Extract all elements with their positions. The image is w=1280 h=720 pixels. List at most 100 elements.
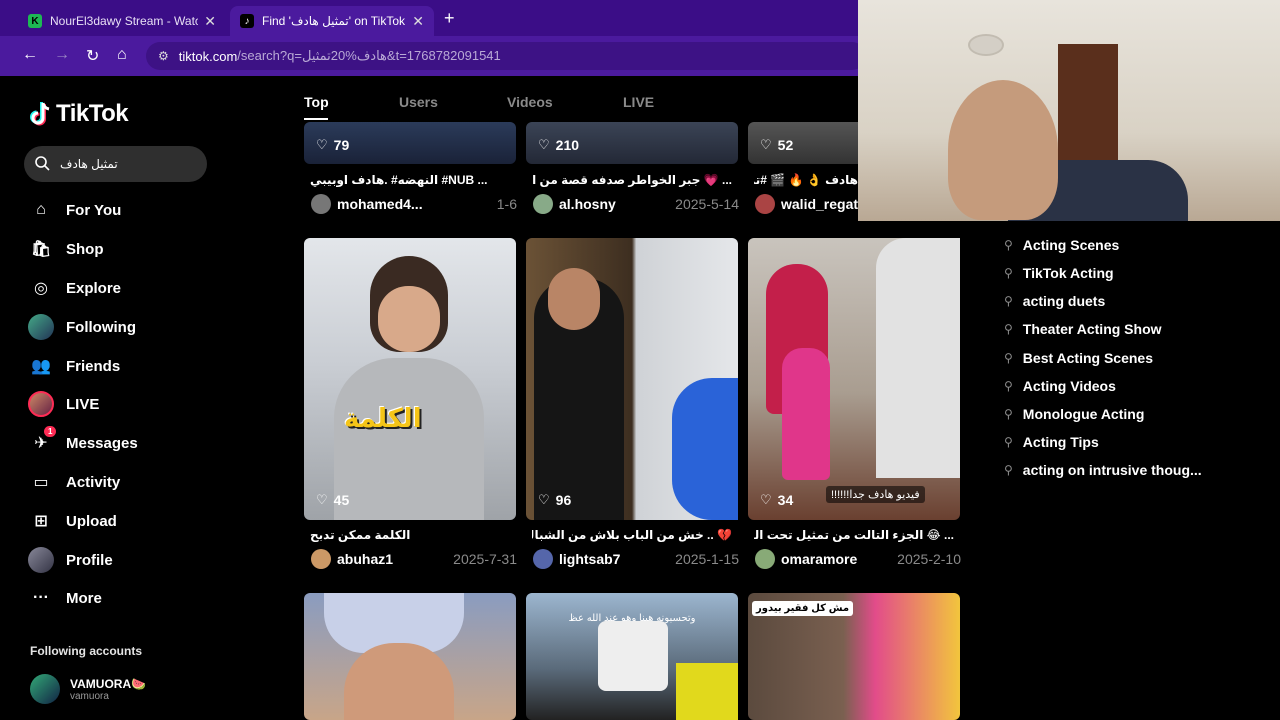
tiktok-logo[interactable]: TikTok [30, 100, 129, 128]
heart-icon: ♡ [538, 492, 550, 507]
related-search-label: Monologue Acting [1022, 406, 1145, 422]
related-search-item[interactable]: ⚲ Acting Tips [1004, 434, 1099, 450]
video-author[interactable]: mohamed4... 1-6 [311, 194, 517, 214]
browser-tab-tiktok[interactable]: ♪ Find 'تمثيل هادف' on TikTok | Ti ✕ [230, 6, 434, 36]
video-caption[interactable]: ... 💗 جبر الخواطر صدفه قصة من الواقع [532, 173, 732, 187]
nav-messages[interactable]: ✈ 1 Messages [30, 426, 138, 454]
nav-activity[interactable]: ▭ Activity [30, 471, 120, 493]
tiktok-note-icon [30, 102, 50, 126]
thumbnail-figure [782, 348, 830, 480]
video-author[interactable]: abuhaz1 2025-7-31 [311, 549, 517, 569]
related-search-item[interactable]: ⚲ Best Acting Scenes [1004, 350, 1153, 366]
related-search-item[interactable]: ⚲ Monologue Acting [1004, 406, 1144, 422]
related-search-item[interactable]: ⚲ acting on intrusive thoug... [1004, 462, 1202, 478]
avatar [311, 194, 331, 214]
nav-shop[interactable]: 🛍 Shop [30, 238, 104, 260]
nav-for-you[interactable]: ⌂ For You [30, 199, 121, 221]
close-tab-icon[interactable]: ✕ [204, 13, 216, 30]
kick-favicon-icon: K [28, 14, 42, 28]
video-caption[interactable]: 💔 .. خش من الباب بلاش من الشباك [532, 528, 732, 542]
search-tabs: Top Users Videos LIVE [300, 76, 860, 122]
video-date: 2025-2-10 [897, 551, 961, 567]
nav-label: Profile [66, 551, 113, 569]
nav-explore[interactable]: ◎ Explore [30, 277, 121, 299]
related-search-item[interactable]: ⚲ Acting Scenes [1004, 237, 1119, 253]
video-date: 1-6 [496, 196, 517, 212]
ceiling-vent [968, 34, 1004, 56]
tab-users[interactable]: Users [399, 94, 438, 110]
new-tab-button[interactable]: + [444, 8, 455, 29]
nav-profile[interactable]: Profile [28, 547, 113, 573]
video-caption[interactable]: ... NUB# النهضه# .هادف اوبيبي [310, 173, 510, 187]
logo-text: TikTok [56, 100, 129, 127]
video-date: 2025-5-14 [675, 196, 739, 212]
shop-icon: 🛍 [30, 241, 52, 258]
avatar [311, 549, 331, 569]
search-icon: ⚲ [1004, 351, 1013, 365]
likes-count: 96 [555, 492, 572, 508]
home-icon[interactable]: ⌂ [117, 46, 127, 64]
left-sidebar: TikTok تمثيل هادف ⌂ For You 🛍 Shop ◎ Explor… [0, 76, 290, 720]
thumbnail-object [598, 621, 668, 691]
forward-arrow-icon[interactable]: → [54, 46, 70, 64]
reload-icon[interactable]: ↻ [86, 46, 99, 66]
video-thumbnail[interactable]: الكلمة [304, 238, 516, 520]
heart-icon: ♡ [316, 492, 328, 507]
search-icon: ⚲ [1004, 407, 1013, 421]
video-author[interactable]: omaramore 2025-2-10 [755, 549, 961, 569]
related-search-item[interactable]: ⚲ acting duets [1004, 293, 1105, 309]
avatar [755, 194, 775, 214]
heart-icon: ♡ [538, 137, 550, 152]
following-avatar-icon [28, 314, 54, 340]
nav-following[interactable]: Following [28, 314, 136, 340]
author-name: walid_regata [781, 196, 859, 212]
close-tab-icon[interactable]: ✕ [412, 13, 424, 30]
likes-count: 52 [777, 137, 794, 153]
streamer-face [948, 80, 1058, 220]
video-thumbnail[interactable] [304, 593, 516, 720]
tab-title: NourEl3dawy Stream - Watch L [50, 14, 199, 28]
thumbnail-overlay-text: الكلمة [344, 403, 422, 433]
related-search-item[interactable]: ⚲ Theater Acting Show [1004, 321, 1162, 337]
nav-friends[interactable]: 👥 Friends [30, 355, 120, 377]
nav-upload[interactable]: ⊞ Upload [30, 510, 117, 532]
avatar [30, 674, 60, 704]
video-thumbnail[interactable]: !!!!!!فيديو هادف جدا [748, 238, 960, 520]
thumbnail-overlay-text: مش كل فقير بيدور [752, 601, 854, 616]
search-icon: ⚲ [1004, 238, 1013, 252]
following-account-item[interactable]: VAMUORA🍉 vamuora [30, 674, 146, 704]
related-search-label: Best Acting Scenes [1022, 350, 1153, 366]
related-search-item[interactable]: ⚲ Acting Videos [1004, 378, 1116, 394]
friends-icon: 👥 [31, 358, 51, 375]
search-input[interactable]: تمثيل هادف [24, 146, 207, 182]
nav-more[interactable]: ··· More [30, 587, 102, 609]
video-caption[interactable]: الكلمة ممكن تدبح [310, 528, 510, 542]
url-field[interactable]: ⚙ tiktok.com /search?q=هادف%20تمثيل&t=17… [146, 42, 866, 70]
tab-top[interactable]: Top [304, 94, 329, 110]
heart-icon: ♡ [760, 492, 772, 507]
related-search-label: acting on intrusive thoug... [1022, 462, 1202, 478]
nav-live[interactable]: LIVE [28, 391, 99, 417]
site-settings-icon[interactable]: ⚙ [158, 49, 169, 63]
video-author[interactable]: lightsab7 2025-1-15 [533, 549, 739, 569]
video-thumbnail[interactable]: وتحسبونه هينا وهو عند الله عظ [526, 593, 738, 720]
compass-icon: ◎ [34, 280, 48, 297]
video-caption[interactable]: هادف 👌 🔥 🎬 #تم [754, 173, 858, 187]
account-name: VAMUORA🍉 [70, 676, 147, 691]
video-thumbnail[interactable] [526, 238, 738, 520]
search-icon [34, 155, 50, 174]
video-caption[interactable]: ... 😂 الجزء التالت من تمثيل تحت السلم [754, 528, 954, 542]
search-icon: ⚲ [1004, 322, 1013, 336]
tab-videos[interactable]: Videos [507, 94, 553, 110]
related-search-item[interactable]: ⚲ TikTok Acting [1004, 265, 1114, 281]
browser-tab-stream[interactable]: K NourEl3dawy Stream - Watch L ✕ [18, 6, 226, 36]
video-author[interactable]: walid_regata [755, 194, 859, 214]
following-accounts-title: Following accounts [30, 644, 143, 658]
video-author[interactable]: al.hosny 2025-5-14 [533, 194, 739, 214]
video-likes: ♡ 96 [538, 492, 571, 508]
video-thumbnail[interactable]: مش كل فقير بيدور [748, 593, 960, 720]
tab-live[interactable]: LIVE [623, 94, 654, 110]
nav-label: Friends [66, 357, 121, 375]
back-arrow-icon[interactable]: ← [22, 46, 38, 64]
live-avatar-icon [28, 391, 54, 417]
